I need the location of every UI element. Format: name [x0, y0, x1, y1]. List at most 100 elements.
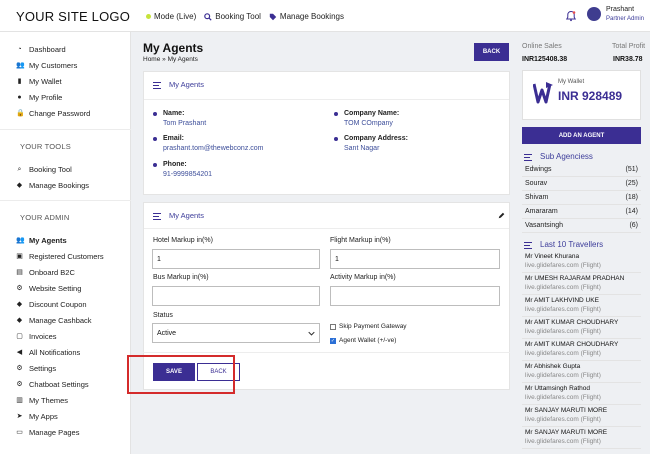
traveller-site: live.glidefares.com (Flight) [525, 438, 601, 445]
list-item[interactable]: Amararam (14) [522, 205, 641, 219]
sidebar-divider [0, 200, 131, 201]
sub-agency-count: (14) [625, 208, 638, 215]
list-item[interactable]: Vasantsingh (6) [522, 219, 641, 233]
company-address-value: Sant Nagar [344, 145, 380, 152]
sidebar-item-label: Manage Cashback [29, 316, 92, 325]
sub-agency-name: Amararam [525, 208, 558, 215]
mode-live-toggle[interactable]: Mode (Live) [146, 12, 196, 21]
booking-tool-link[interactable]: Booking Tool [204, 12, 261, 21]
status-label: Status [153, 312, 173, 319]
list-lines-icon [153, 81, 162, 89]
pencil-icon[interactable] [498, 212, 505, 219]
manage-bookings-link[interactable]: Manage Bookings [269, 12, 344, 21]
list-item[interactable]: Edwings (51) [522, 163, 641, 177]
top-bar: YOUR SITE LOGO Mode (Live) Booking Tool … [0, 0, 650, 32]
breadcrumb[interactable]: Home » My Agents [143, 56, 198, 63]
sidebar-item-label: Onboard B2C [29, 268, 75, 277]
user-name[interactable]: Prashant [606, 6, 634, 13]
sidebar-item-onboard-b2c[interactable]: ▤ Onboard B2C [16, 268, 75, 277]
form-divider [143, 352, 510, 353]
sidebar-item-discount-coupon[interactable]: ◆ Discount Coupon [16, 300, 87, 309]
sidebar-item-my-themes[interactable]: ▥ My Themes [16, 396, 68, 405]
flight-markup-input[interactable]: 1 [330, 249, 500, 269]
sub-agencies-title: Sub Agenciess [540, 152, 593, 161]
card-divider [144, 99, 509, 100]
sidebar-item-my-agents[interactable]: 👥 My Agents [16, 236, 67, 245]
sidebar-item-chatboat-settings[interactable]: ⚙ Chatboat Settings [16, 380, 89, 389]
email-value: prashant.tom@thewebconz.com [163, 145, 264, 152]
traveller-site: live.glidefares.com (Flight) [525, 306, 601, 313]
site-logo[interactable]: YOUR SITE LOGO [16, 9, 130, 24]
list-item: Mr Uttamsingh Rathod live.glidefares.com … [522, 383, 641, 405]
hotel-markup-input[interactable]: 1 [152, 249, 320, 269]
manage-bookings-label: Manage Bookings [279, 12, 344, 21]
sidebar-item-all-notifications[interactable]: ◀ All Notifications [16, 348, 80, 357]
sub-agency-name: Vasantsingh [525, 222, 564, 229]
list-item[interactable]: Shivam (18) [522, 191, 641, 205]
traveller-site: live.glidefares.com (Flight) [525, 284, 601, 291]
tag-icon [269, 13, 277, 20]
agent-wallet-label: Agent Wallet (+/-ve) [339, 337, 397, 344]
avatar[interactable] [587, 7, 601, 21]
online-sales-value: INR125408.38 [522, 56, 568, 63]
list-item[interactable]: Sourav (25) [522, 177, 641, 191]
sidebar-divider [0, 129, 131, 130]
sub-agency-name: Sourav [525, 180, 548, 187]
tag-icon: ◆ [16, 182, 23, 189]
flight-markup-label: Flight Markup in(%) [330, 237, 391, 244]
activity-markup-input[interactable] [330, 286, 500, 306]
sidebar-item-manage-pages[interactable]: ▭ Manage Pages [16, 428, 79, 437]
sidebar-item-label: Manage Pages [29, 428, 80, 437]
bell-icon[interactable] [565, 10, 577, 22]
sidebar-item-my-customers[interactable]: 👥 My Customers [16, 61, 77, 70]
agent-card-header: My Agents [153, 80, 204, 89]
sidebar-item-manage-cashback[interactable]: ◆ Manage Cashback [16, 316, 92, 325]
sidebar-item-label: Settings [29, 364, 57, 373]
list-item: Mr Abhishek Gupta live.glidefares.com (Fl… [522, 361, 641, 383]
sidebar-item-label: Chatboat Settings [29, 380, 89, 389]
checkbox-checked-icon: ✓ [330, 337, 336, 344]
sidebar-item-my-apps[interactable]: ➤ My Apps [16, 412, 58, 421]
sidebar-item-label: My Wallet [29, 77, 62, 86]
sidebar-item-change-password[interactable]: 🔒 Change Password [16, 109, 90, 118]
search-icon [204, 12, 212, 21]
sidebar-item-registered-customers[interactable]: ▣ Registered Customers [16, 252, 103, 261]
total-profit-label: Total Profit [612, 43, 646, 50]
list-item: Mr AMIT KUMAR CHOUDHARY live.glidefares.c… [522, 339, 641, 361]
card-divider [144, 228, 509, 229]
traveller-site: live.glidefares.com (Flight) [525, 416, 601, 423]
sidebar-item-booking-tool[interactable]: ⌕ Booking Tool [16, 165, 72, 174]
sidebar-item-label: My Themes [29, 396, 69, 405]
list-item: Mr SANJAY MARUTI MORE live.glidefares.com… [522, 427, 641, 449]
sub-agency-count: (6) [629, 222, 638, 229]
bullet-icon [153, 163, 157, 167]
gear-icon: ⚙ [16, 365, 23, 372]
agent-wallet-checkbox[interactable]: ✓ Agent Wallet (+/-ve) [330, 337, 396, 344]
bus-markup-input[interactable] [152, 286, 320, 306]
skip-payment-checkbox[interactable]: Skip Payment Gateway [330, 323, 407, 330]
sidebar-item-website-setting[interactable]: ⚙ Website Setting [16, 284, 81, 293]
list-item: Mr Vineet Khurana live.glidefares.com (Fl… [522, 251, 641, 273]
sidebar-item-label: Booking Tool [29, 165, 72, 174]
sidebar-item-label: My Customers [29, 61, 78, 70]
list-item: Mr SANJAY MARUTI MORE live.glidefares.com… [522, 405, 641, 427]
bus-markup-label: Bus Markup in(%) [153, 274, 209, 281]
sidebar-item-my-wallet[interactable]: ▮ My Wallet [16, 77, 62, 86]
back-button[interactable]: BACK [474, 43, 509, 61]
chevron-down-icon [308, 331, 315, 336]
registered-icon: ▣ [16, 253, 23, 260]
sidebar-item-invoices[interactable]: ▢ Invoices [16, 332, 56, 341]
status-select[interactable]: Active [152, 323, 320, 343]
cashback-icon: ◆ [16, 317, 23, 324]
sub-agency-count: (51) [625, 166, 638, 173]
add-agent-button[interactable]: ADD AN AGENT [522, 127, 641, 144]
sidebar-item-my-profile[interactable]: ● My Profile [16, 93, 62, 102]
gears-icon: ⚙ [16, 285, 23, 292]
sidebar-item-settings[interactable]: ⚙ Settings [16, 364, 56, 373]
sidebar-item-manage-bookings[interactable]: ◆ Manage Bookings [16, 181, 89, 190]
sidebar-item-label: Change Password [29, 109, 91, 118]
sidebar-item-dashboard[interactable]: ◔ Dashboard [16, 45, 65, 54]
sidebar-item-label: All Notifications [29, 348, 81, 357]
travellers-header: Last 10 Travellers [524, 240, 603, 249]
wallet-card[interactable]: My Wallet INR 928489 [522, 70, 641, 120]
